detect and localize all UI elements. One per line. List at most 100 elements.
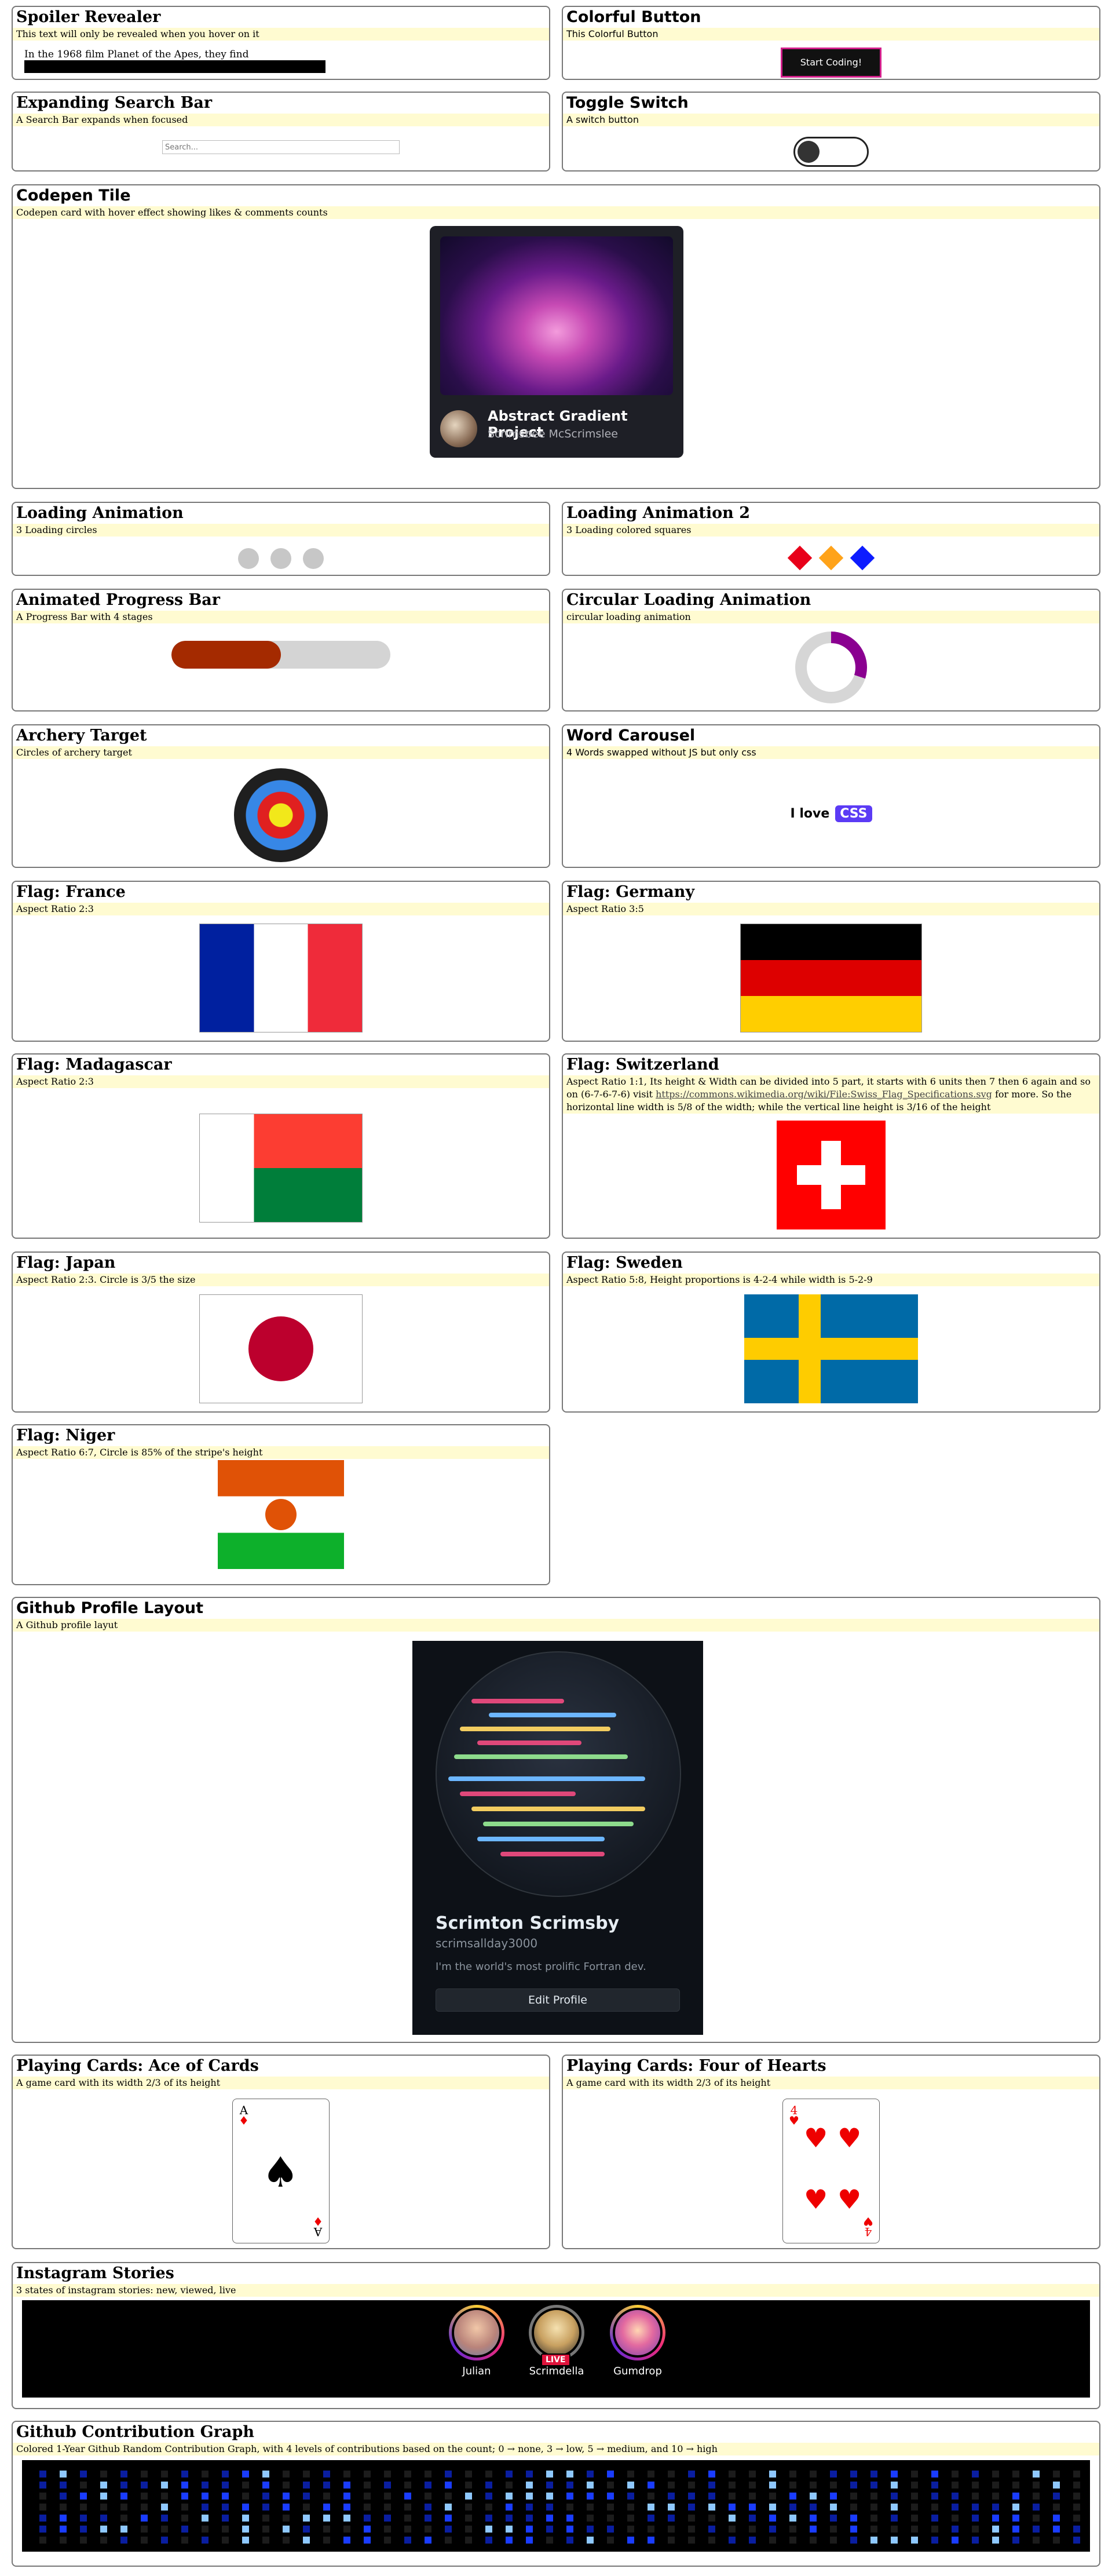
contribution-cell	[789, 2471, 796, 2478]
contribution-cell	[343, 2504, 350, 2511]
contribution-cell	[1073, 2526, 1080, 2533]
contribution-cell	[850, 2537, 857, 2544]
card-corner-bottom: A ♦	[313, 2214, 323, 2239]
contribution-cell	[688, 2482, 695, 2489]
contribution-cell	[343, 2515, 350, 2522]
contribution-cell	[850, 2493, 857, 2500]
contribution-cell	[810, 2504, 817, 2511]
contribution-cell	[627, 2493, 634, 2500]
flag-switzerland	[777, 1121, 886, 1229]
contribution-cell	[141, 2493, 148, 2500]
contribution-cell	[1073, 2515, 1080, 2522]
contribution-cell	[830, 2504, 837, 2511]
profile-username: scrimsallday3000	[436, 1936, 538, 1950]
contribution-cell	[810, 2471, 817, 2478]
contribution-cell	[830, 2515, 837, 2522]
contribution-cell	[181, 2504, 188, 2511]
contribution-cell	[566, 2482, 573, 2489]
contribution-cell	[668, 2471, 675, 2478]
contribution-cell	[627, 2482, 634, 2489]
swiss-spec-link[interactable]: https://commons.wikimedia.org/wiki/File:…	[656, 1089, 992, 1100]
contribution-cell	[810, 2537, 817, 2544]
contribution-cell	[668, 2537, 675, 2544]
contribution-cell	[222, 2482, 229, 2489]
card-description: Aspect Ratio 2:3	[13, 1075, 549, 1088]
edit-profile-button[interactable]: Edit Profile	[436, 1988, 680, 2012]
contribution-cell	[364, 2526, 371, 2533]
contribution-cell	[120, 2482, 127, 2489]
contribution-cell	[404, 2515, 411, 2522]
contribution-cell	[729, 2471, 736, 2478]
contribution-cell	[343, 2482, 350, 2489]
flag-madagascar-card: Flag: Madagascar Aspect Ratio 2:3	[12, 1053, 550, 1239]
contribution-cell	[1053, 2471, 1060, 2478]
contribution-cell	[425, 2515, 431, 2522]
contribution-cell	[39, 2482, 46, 2489]
contribution-cell	[830, 2482, 837, 2489]
flag-sweden-card: Flag: Sweden Aspect Ratio 5:8, Height pr…	[562, 1251, 1100, 1413]
flag-sweden	[744, 1294, 918, 1403]
japan-sun-disc	[248, 1316, 313, 1381]
story-live[interactable]: LIVE Scrimdella	[525, 2305, 588, 2377]
contribution-cell	[323, 2504, 330, 2511]
contribution-cell	[485, 2526, 492, 2533]
toggle-switch[interactable]	[793, 137, 869, 167]
contribution-cell	[891, 2504, 898, 2511]
contribution-cell	[952, 2515, 959, 2522]
contribution-cell	[972, 2482, 979, 2489]
contribution-cell	[992, 2482, 999, 2489]
contribution-cell	[283, 2515, 290, 2522]
card-title: Circular Loading Animation	[566, 591, 811, 609]
contribution-cell	[161, 2504, 168, 2511]
contribution-cell	[1012, 2526, 1019, 2533]
contribution-cell	[729, 2526, 736, 2533]
contribution-cell	[60, 2537, 67, 2544]
contribution-cell	[972, 2526, 979, 2533]
contribution-cell	[202, 2493, 209, 2500]
contribution-cell	[80, 2515, 87, 2522]
card-title: Flag: France	[16, 883, 126, 901]
story-viewed[interactable]: Gumdrop	[606, 2305, 670, 2377]
flag-germany	[740, 924, 922, 1032]
contribution-cell	[100, 2515, 107, 2522]
contribution-cell	[648, 2526, 654, 2533]
project-author: Scrimsbee McScrimslee	[488, 428, 618, 440]
contribution-cell	[364, 2515, 371, 2522]
contribution-cell	[262, 2504, 269, 2511]
contribution-cell	[992, 2504, 999, 2511]
codepen-tile[interactable]: Abstract Gradient Project Scrimsbee McSc…	[430, 226, 683, 458]
contribution-cell	[749, 2526, 756, 2533]
contribution-cell	[566, 2515, 573, 2522]
contribution-cell	[384, 2493, 391, 2500]
card-description: This Colorful Button	[563, 28, 1099, 41]
contribution-cell	[364, 2504, 371, 2511]
contribution-cell	[120, 2471, 127, 2478]
ace-card-card: Playing Cards: Ace of Cards A game card …	[12, 2055, 550, 2249]
contribution-cell	[323, 2482, 330, 2489]
four-of-hearts-card: Playing Cards: Four of Hearts A game car…	[562, 2055, 1100, 2249]
contribution-cell	[445, 2493, 452, 2500]
contribution-cell	[323, 2493, 330, 2500]
search-input[interactable]	[162, 140, 400, 154]
contribution-cell	[303, 2526, 310, 2533]
spoiler-hidden-text[interactable]	[24, 60, 325, 73]
contribution-cell	[729, 2515, 736, 2522]
card-description: A Search Bar expands when focused	[13, 114, 549, 126]
card-description: Aspect Ratio 5:8, Height proportions is …	[563, 1274, 1099, 1286]
contribution-cell	[181, 2471, 188, 2478]
loading-square-blue	[850, 545, 875, 571]
start-coding-button[interactable]: Start Coding!	[781, 48, 881, 78]
word-carousel-card: Word Carousel 4 Words swapped without JS…	[562, 724, 1100, 868]
contribution-cell	[566, 2504, 573, 2511]
contribution-cell	[708, 2537, 715, 2544]
contribution-cell	[39, 2493, 46, 2500]
contribution-cell	[1012, 2537, 1019, 2544]
story-new[interactable]: Julian	[445, 2305, 509, 2377]
carousel-word: CSS	[835, 805, 872, 822]
contribution-cell	[668, 2515, 675, 2522]
card-title: Loading Animation 2	[566, 504, 750, 522]
spoiler-text: In the 1968 film Planet of the Apes, the…	[24, 49, 249, 60]
contribution-cell	[60, 2504, 67, 2511]
contribution-cell	[850, 2515, 857, 2522]
live-badge: LIVE	[541, 2354, 570, 2366]
